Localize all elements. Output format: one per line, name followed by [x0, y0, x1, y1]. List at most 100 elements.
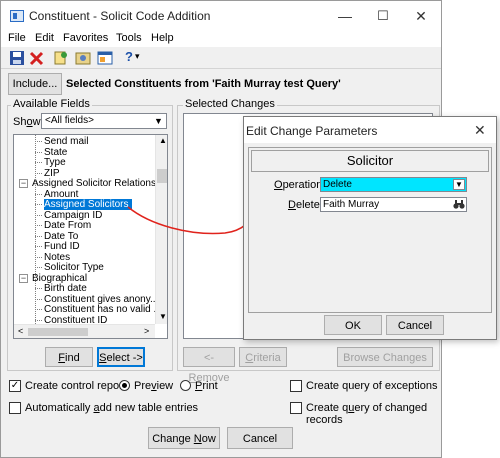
- delete-icon[interactable]: [29, 50, 45, 66]
- dialog-ok-button[interactable]: OK: [324, 315, 382, 335]
- tree-connector: [35, 309, 42, 310]
- tree-connector: [35, 162, 42, 163]
- tree-item[interactable]: Birth date: [44, 283, 87, 294]
- auto-add-entries-label: Automatically add new table entries: [25, 402, 199, 414]
- minimize-button[interactable]: —: [335, 7, 355, 25]
- tree-item[interactable]: Biographical: [32, 273, 87, 284]
- delete-label: Delete:: [288, 199, 323, 211]
- tree-connector: [35, 256, 42, 258]
- tree-item[interactable]: Type: [44, 157, 66, 168]
- tree-guide-line: [35, 135, 36, 324]
- remove-button[interactable]: <- Remove: [183, 347, 235, 384]
- show-dropdown-value: <All fields>: [45, 115, 94, 126]
- save-icon[interactable]: [9, 50, 25, 66]
- tree-connector: [35, 319, 42, 321]
- query-heading: Selected Constituents from 'Faith Murray…: [66, 78, 341, 90]
- close-button[interactable]: ✕: [411, 7, 431, 25]
- tree-item[interactable]: Fund ID: [44, 241, 80, 252]
- tree-connector: [35, 225, 42, 226]
- binoculars-icon[interactable]: [453, 199, 465, 210]
- tree-item[interactable]: Amount: [44, 189, 78, 200]
- tree-item[interactable]: Solicitor Type: [44, 262, 104, 273]
- dialog-close-button[interactable]: ✕: [474, 122, 486, 139]
- tree-connector: [35, 193, 42, 195]
- tree-item[interactable]: Campaign ID: [44, 210, 102, 221]
- tree-item[interactable]: Constituent has no valid ...: [44, 304, 162, 315]
- dialog-cancel-button[interactable]: Cancel: [386, 315, 444, 335]
- chevron-down-icon[interactable]: ▼: [153, 116, 164, 126]
- tree-item[interactable]: ZIP: [44, 168, 60, 179]
- tree-connector: [35, 298, 42, 300]
- print-label: Print: [195, 380, 218, 392]
- tree-item-selected[interactable]: Assigned Solicitors: [44, 199, 133, 210]
- scroll-right-icon[interactable]: >: [144, 326, 149, 336]
- menu-help[interactable]: Help: [151, 32, 174, 44]
- available-fields-label: Available Fields: [11, 98, 92, 110]
- menu-edit[interactable]: Edit: [35, 32, 54, 44]
- show-dropdown[interactable]: <All fields> ▼: [41, 113, 167, 129]
- tree-item[interactable]: Send mail: [44, 136, 88, 147]
- operation-label: Operation:: [274, 179, 326, 191]
- create-query-exceptions-checkbox[interactable]: [290, 380, 302, 392]
- operation-dropdown[interactable]: Delete ▼: [320, 177, 467, 192]
- help-icon[interactable]: ?: [125, 49, 133, 64]
- show-label: Show:: [13, 116, 44, 128]
- tree-connector: [35, 172, 42, 174]
- maximize-button[interactable]: ☐: [373, 7, 393, 25]
- create-control-report-label: Create control report: [25, 380, 126, 392]
- tree-item[interactable]: Constituent gives anony...: [44, 294, 158, 305]
- scroll-thumb[interactable]: [157, 169, 167, 183]
- properties-icon[interactable]: [53, 50, 69, 66]
- select-button[interactable]: Select ->: [97, 347, 145, 367]
- menu-tools[interactable]: Tools: [116, 32, 142, 44]
- window-icon[interactable]: [97, 50, 113, 66]
- delete-value: Faith Murray: [323, 199, 380, 210]
- include-button[interactable]: Include...: [8, 73, 62, 95]
- tree-item[interactable]: Date From: [44, 220, 91, 231]
- dialog-title: Edit Change Parameters: [246, 124, 378, 138]
- picture-icon[interactable]: [75, 50, 91, 66]
- preview-label: Preview: [134, 380, 174, 392]
- tree-vertical-scrollbar[interactable]: ▲ ▼: [155, 135, 167, 324]
- tree-item[interactable]: Date To: [44, 231, 78, 242]
- chevron-down-icon[interactable]: ▼: [453, 179, 465, 190]
- browse-changes-button[interactable]: Browse Changes: [337, 347, 433, 367]
- tree-item[interactable]: Assigned Solicitor Relations...: [32, 178, 164, 189]
- criteria-button[interactable]: Criteria: [239, 347, 287, 367]
- create-query-changed-label: Create query of changed records: [306, 402, 428, 426]
- tree-expander-icon[interactable]: −: [19, 179, 28, 188]
- edit-change-parameters-dialog: Edit Change Parameters ✕ Solicitor Opera…: [243, 116, 497, 340]
- hscroll-thumb[interactable]: [28, 328, 88, 336]
- tree-connector: [35, 246, 42, 247]
- tree-item[interactable]: Notes: [44, 252, 70, 263]
- help-dropdown-arrow[interactable]: ▾: [135, 51, 140, 62]
- tree-connector: [35, 235, 42, 237]
- auto-add-entries-checkbox[interactable]: [9, 402, 21, 414]
- tree-connector: [35, 288, 42, 289]
- tree-expander-icon[interactable]: −: [19, 273, 28, 283]
- menu-file[interactable]: File: [8, 32, 26, 44]
- print-radio[interactable]: [180, 380, 191, 391]
- tree-connector: [35, 267, 42, 268]
- operation-value: Delete: [323, 179, 352, 190]
- find-button[interactable]: Find: [45, 347, 93, 367]
- create-query-changed-checkbox[interactable]: [290, 402, 302, 414]
- window-title: Constituent - Solicit Code Addition: [29, 9, 211, 23]
- preview-radio[interactable]: [119, 380, 130, 391]
- delete-field[interactable]: Faith Murray: [320, 197, 467, 212]
- cancel-button[interactable]: Cancel: [227, 427, 293, 449]
- tree-horizontal-scrollbar[interactable]: < >: [14, 324, 155, 338]
- fields-tree[interactable]: Send mail State Type ZIP − Assigned Solicitor…: [13, 134, 168, 339]
- tree-connector: [35, 141, 42, 142]
- tree-connector: [35, 204, 42, 205]
- scroll-up-icon[interactable]: ▲: [159, 136, 167, 145]
- menu-favorites[interactable]: Favorites: [63, 32, 108, 44]
- menu-bar: File Edit Favorites Tools Help: [1, 31, 441, 47]
- scroll-left-icon[interactable]: <: [18, 326, 23, 336]
- change-now-button[interactable]: Change Now: [148, 427, 220, 449]
- create-control-report-checkbox[interactable]: ✓: [9, 380, 21, 392]
- tree-item[interactable]: State: [44, 147, 67, 158]
- create-query-exceptions-label: Create query of exceptions: [306, 380, 438, 392]
- scroll-down-icon[interactable]: ▼: [159, 312, 167, 321]
- dialog-header: Solicitor: [251, 150, 489, 172]
